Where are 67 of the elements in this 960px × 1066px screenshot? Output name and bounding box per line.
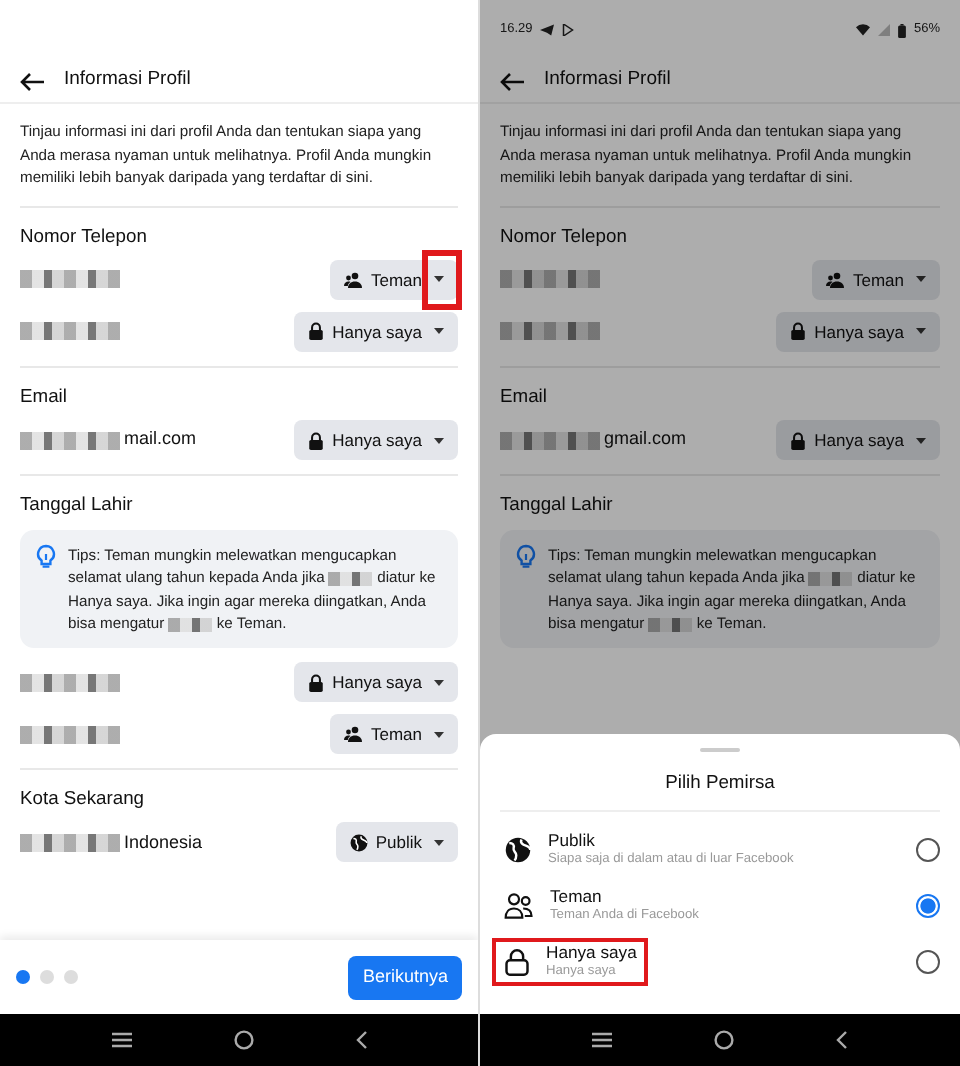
redacted-value [500,322,600,341]
field-value: mail.com [124,426,197,453]
globe-icon [504,835,532,864]
section-title: Nomor Telepon [20,221,149,250]
people-icon [344,726,363,743]
lock-icon [308,431,325,449]
lock-icon [308,673,325,692]
redacted-value [20,322,120,341]
send-icon [540,24,555,36]
section-title: Tanggal Lahir [500,490,615,518]
back-icon [836,1030,849,1050]
audience-dropdown[interactable]: Teman [330,714,458,755]
back-icon [355,1030,367,1050]
lock-icon [308,322,325,341]
audience-dropdown[interactable]: Teman [330,259,458,300]
battery-icon [897,23,906,37]
option-label: Hanya saya [546,942,637,963]
section-title: Email [500,381,549,410]
play-icon [562,24,575,36]
section-title: Tanggal Lahir [20,490,135,518]
people-icon [826,271,845,288]
audience-dropdown[interactable]: Publik [335,822,458,863]
option-label: Teman [550,886,604,907]
redacted-value [20,673,120,692]
section-title: Kota Sekarang [20,784,147,813]
section-title: Nomor Telepon [500,221,629,250]
audience-dropdown[interactable]: Hanya saya [776,311,940,352]
redacted-value [20,725,120,744]
redacted-value [500,270,600,289]
radio-button[interactable] [916,893,940,918]
page-title: Informasi Profil [544,66,671,95]
wifi-icon [855,24,870,36]
audience-dropdown[interactable]: Hanya saya [776,420,940,460]
globe-icon [349,833,368,852]
caret-icon [434,276,444,283]
people-icon [504,891,534,920]
home-icon [713,1030,734,1050]
audience-dropdown[interactable]: Hanya saya [294,420,458,460]
section-title: Email [20,381,69,410]
redacted-value [500,431,600,449]
option-label: Publik [548,830,597,851]
lock-icon [790,322,807,341]
field-value: gmail.com [604,426,687,453]
menu-icon [111,1032,131,1048]
audience-dropdown[interactable]: Hanya saya [294,311,458,352]
lightbulb-icon [36,544,56,569]
people-icon [344,271,363,288]
drag-handle[interactable] [700,748,740,752]
menu-icon [591,1032,612,1048]
home-icon [233,1030,253,1050]
page-title: Informasi Profil [64,66,191,95]
next-button[interactable]: Berikutnya [348,955,462,999]
lock-icon [790,431,807,449]
lightbulb-icon [516,544,536,569]
field-value: Indonesia [124,829,203,856]
back-arrow-icon[interactable] [500,71,524,91]
back-arrow-icon[interactable] [20,71,44,91]
redacted-value [20,431,120,449]
signal-icon [877,24,890,36]
sheet-title: Pilih Pemirsa [500,752,940,813]
redacted-value [20,833,120,852]
lock-icon [504,947,530,976]
audience-dropdown[interactable]: Hanya saya [294,662,458,703]
radio-button[interactable] [916,837,940,862]
redacted-value [20,270,120,289]
radio-button[interactable] [916,949,940,974]
audience-dropdown[interactable]: Teman [812,259,940,300]
